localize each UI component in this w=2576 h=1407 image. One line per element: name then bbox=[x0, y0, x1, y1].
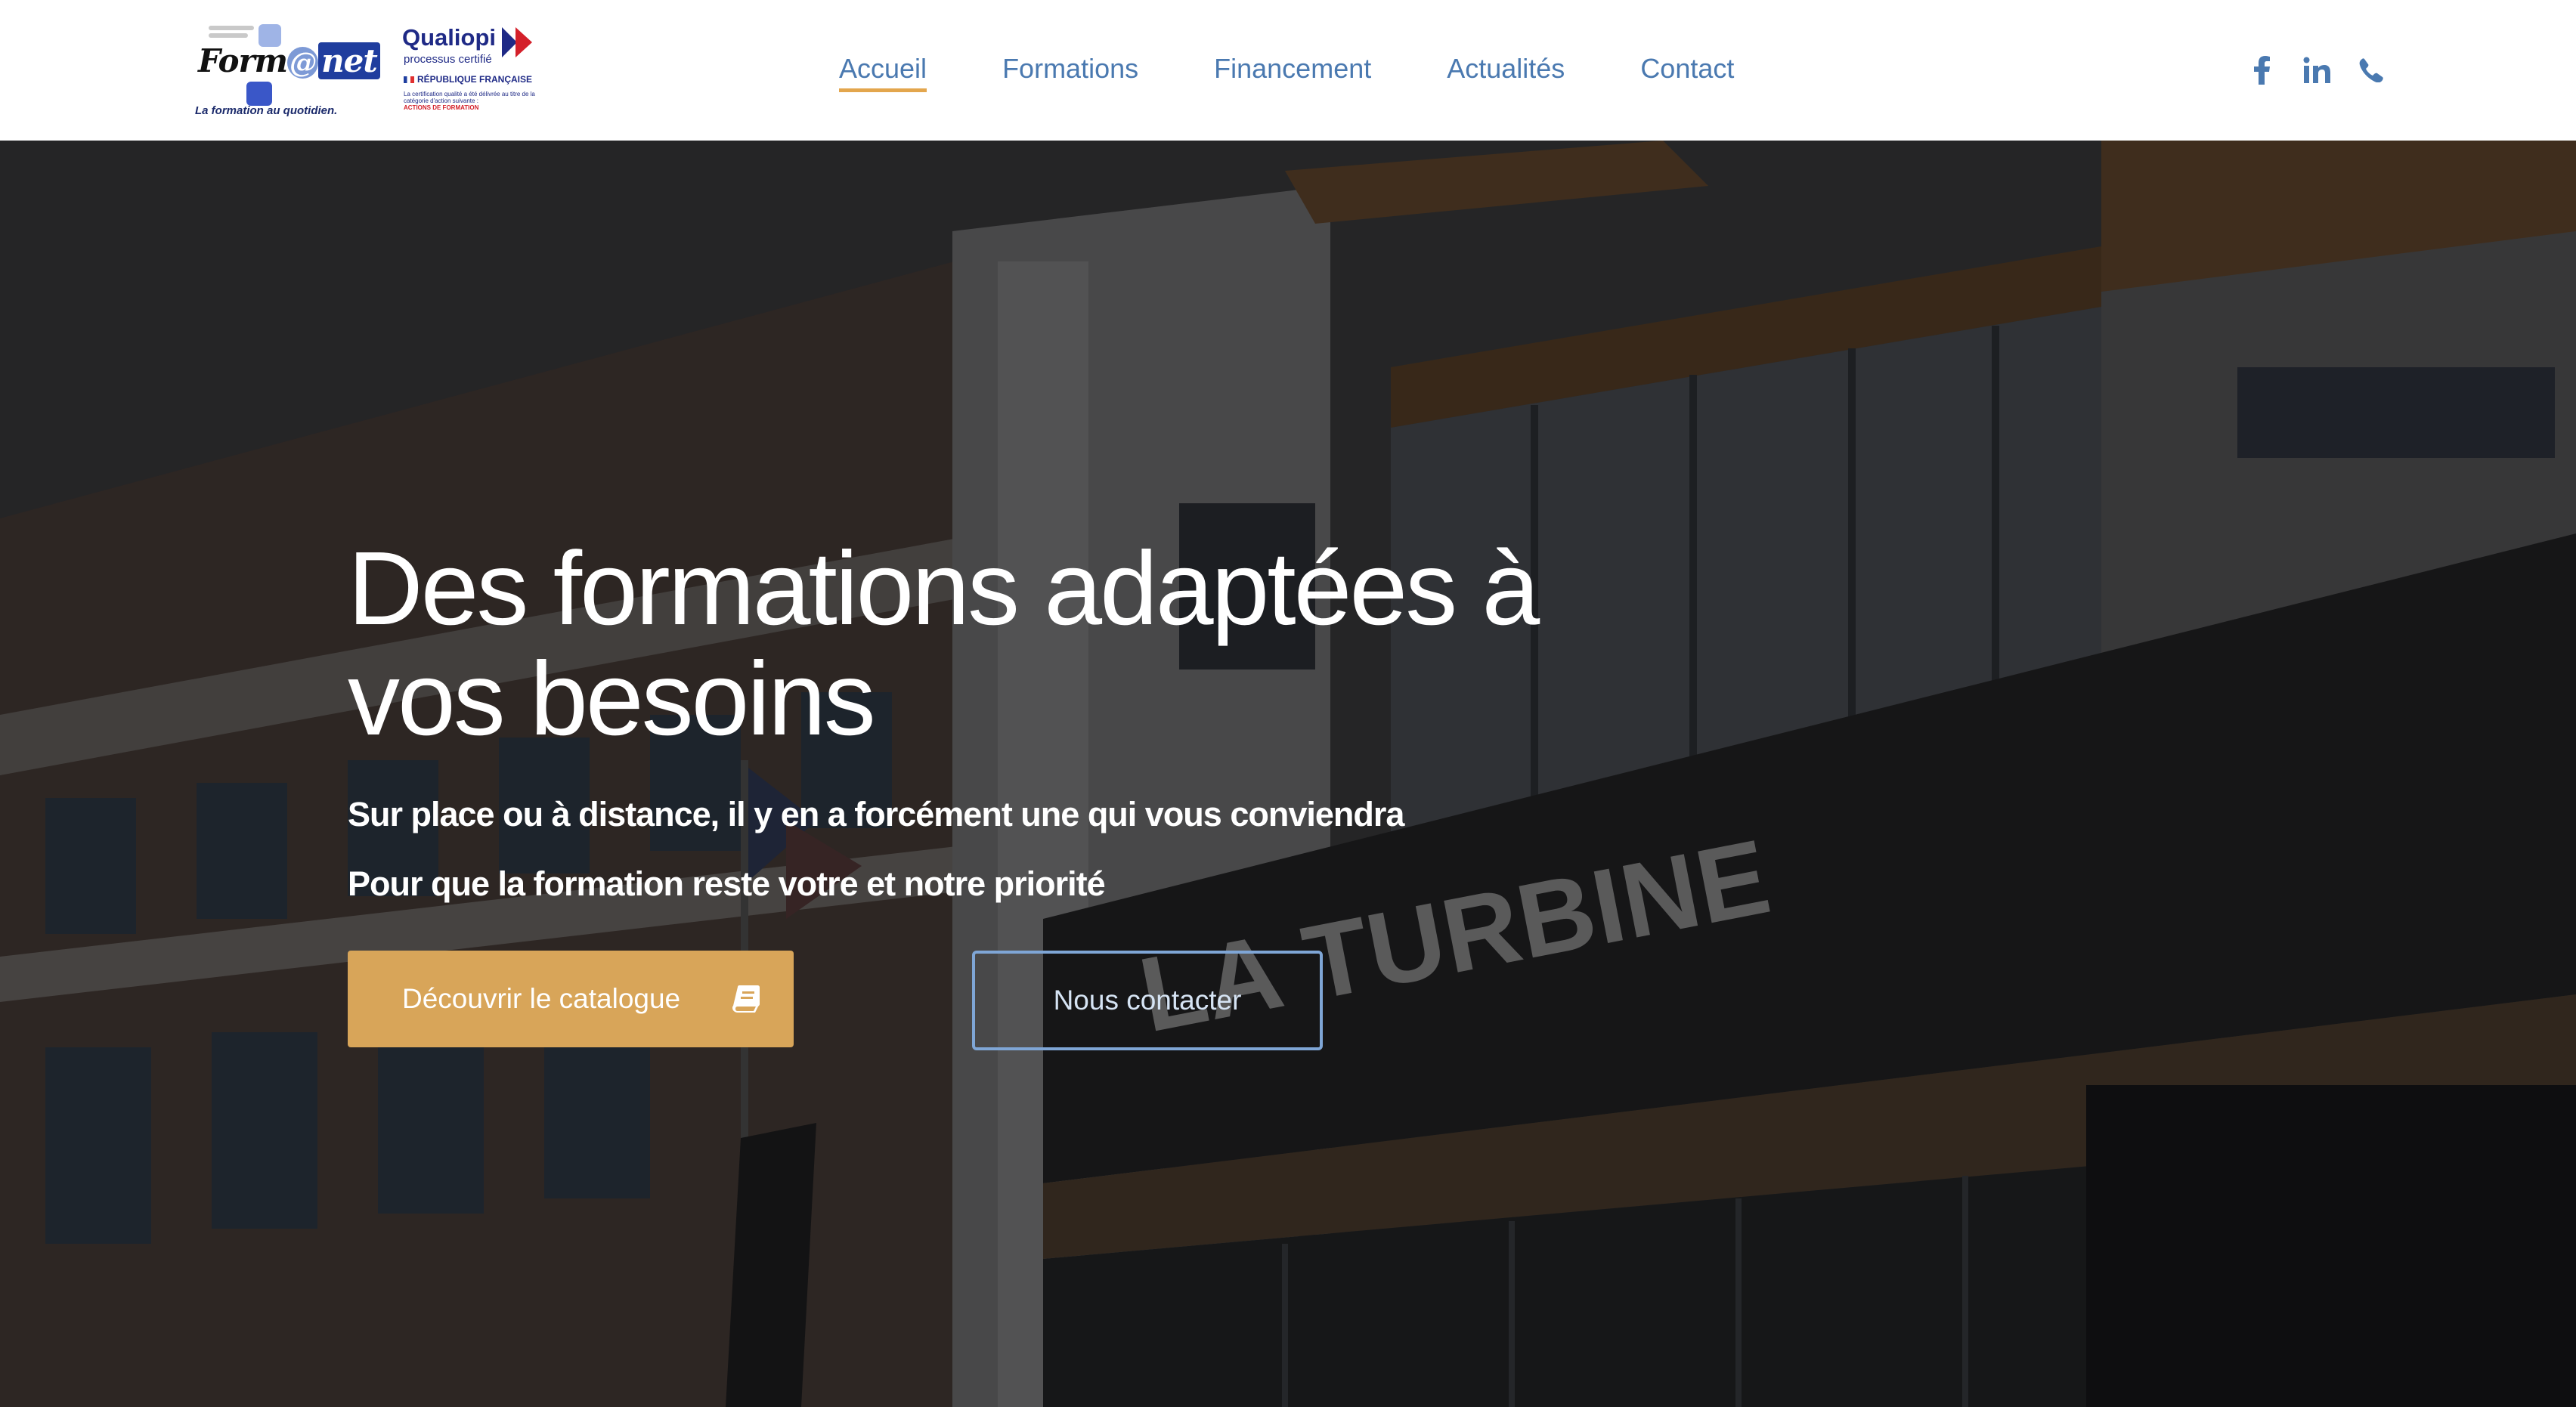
linkedin-icon[interactable] bbox=[2299, 53, 2334, 88]
book-icon bbox=[732, 985, 760, 1013]
facebook-icon[interactable] bbox=[2245, 53, 2280, 88]
nav-item-financement[interactable]: Financement bbox=[1214, 48, 1371, 94]
qualiopi-republique: RÉPUBLIQUE FRANÇAISE bbox=[404, 74, 532, 85]
discover-catalogue-button[interactable]: Découvrir le catalogue bbox=[348, 951, 794, 1047]
main-nav: Accueil Formations Financement Actualité… bbox=[839, 48, 1810, 94]
nav-item-accueil[interactable]: Accueil bbox=[839, 48, 927, 94]
hero-subtitle-2: Pour que la formation reste votre et not… bbox=[348, 864, 1106, 903]
french-flag-icon bbox=[404, 76, 414, 84]
site-header: Form@ net La formation au quotidien. Qual… bbox=[0, 0, 2576, 141]
formanet-logo[interactable]: Form@ net La formation au quotidien. bbox=[194, 20, 380, 118]
qualiopi-title: Qualiopi bbox=[402, 24, 496, 51]
formanet-tagline: La formation au quotidien. bbox=[195, 104, 338, 117]
phone-icon[interactable] bbox=[2354, 53, 2389, 88]
discover-catalogue-label: Découvrir le catalogue bbox=[402, 983, 681, 1014]
nav-item-formations[interactable]: Formations bbox=[1002, 48, 1138, 94]
qualiopi-subtitle: processus certifié bbox=[404, 53, 492, 66]
qualiopi-note: La certification qualité a été délivrée … bbox=[404, 91, 535, 111]
qualiopi-logo: Qualiopi processus certifié RÉPUBLIQUE F… bbox=[402, 24, 546, 118]
qualiopi-arrows-icon bbox=[502, 27, 532, 57]
nav-item-contact[interactable]: Contact bbox=[1640, 48, 1734, 94]
social-links bbox=[2245, 53, 2408, 88]
hero-dark-overlay bbox=[0, 141, 2576, 1407]
hero-title: Des formations adaptées à vos besoins bbox=[348, 530, 1540, 757]
nav-item-actualites[interactable]: Actualités bbox=[1447, 48, 1565, 94]
hero-section: LA TURBINE Des formations adaptées à vos… bbox=[0, 141, 2576, 1407]
contact-us-button[interactable]: Nous contacter bbox=[972, 951, 1323, 1050]
hero-subtitle-1: Sur place ou à distance, il y en a forcé… bbox=[348, 795, 1404, 833]
